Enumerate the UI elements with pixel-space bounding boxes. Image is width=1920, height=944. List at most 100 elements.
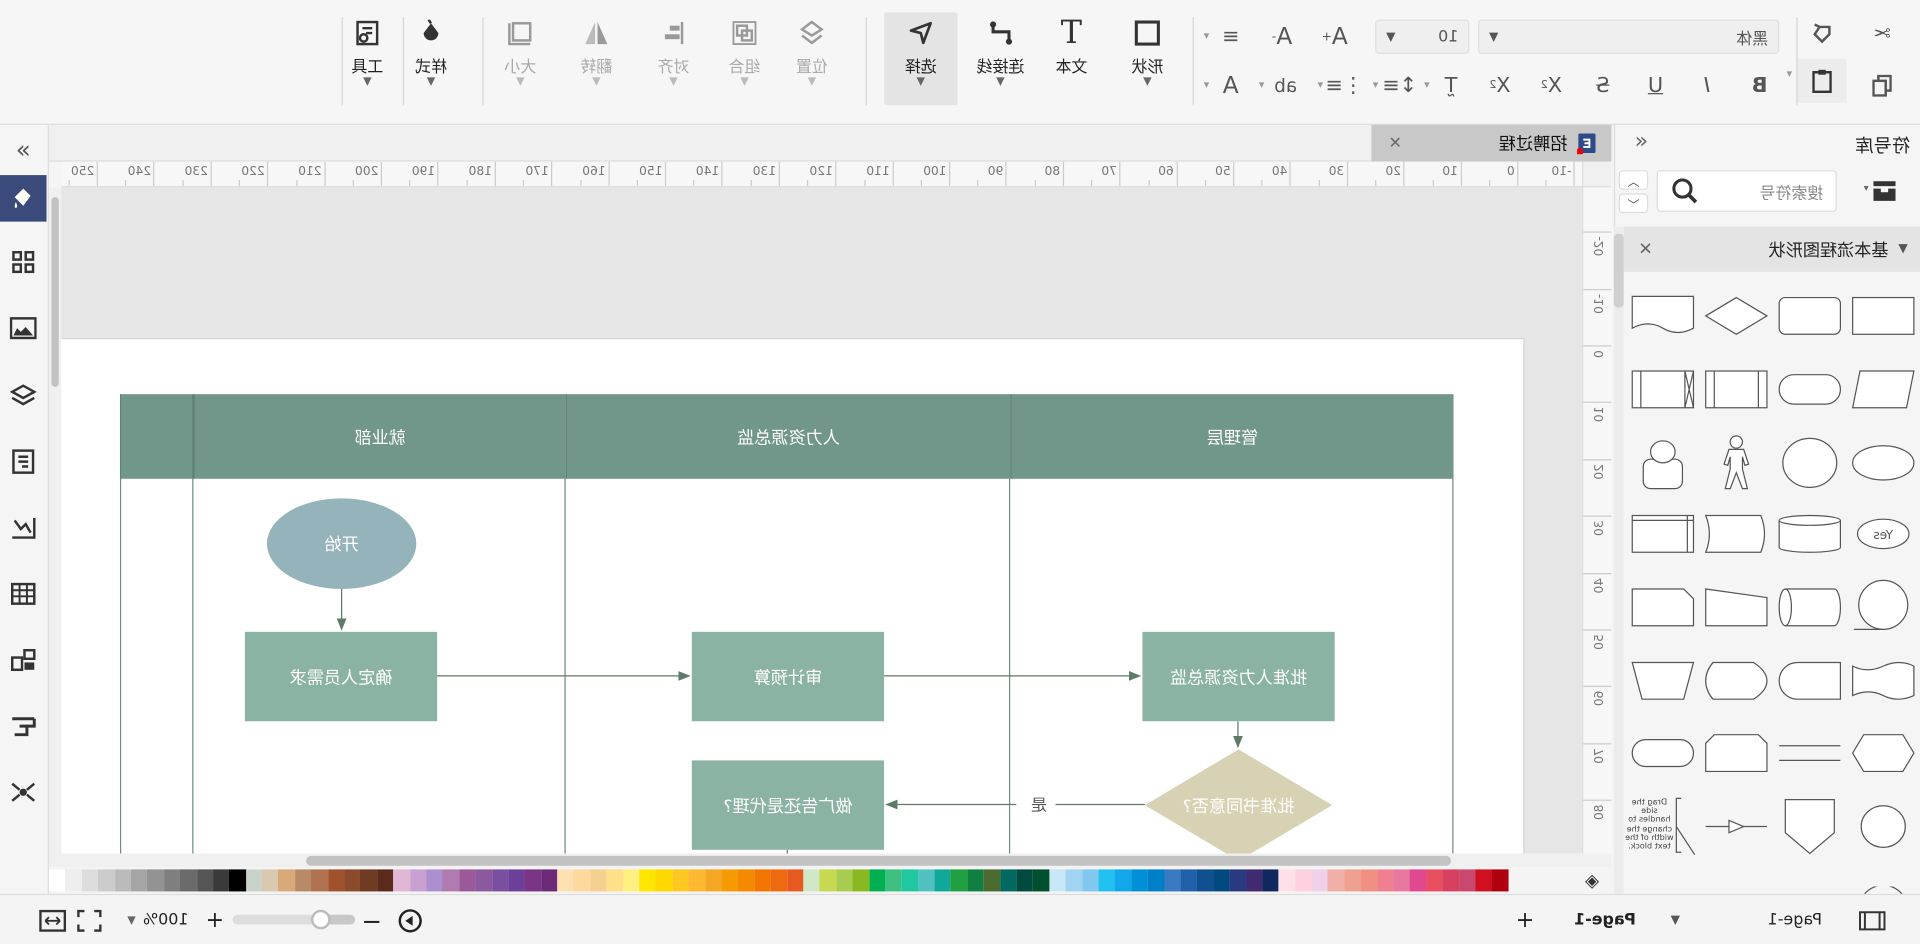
color-swatch[interactable] bbox=[754, 869, 771, 892]
cut-icon[interactable]: ✂ bbox=[1866, 18, 1898, 50]
color-swatch[interactable] bbox=[1180, 869, 1197, 892]
data-chart-icon[interactable] bbox=[2, 507, 44, 549]
color-swatch[interactable] bbox=[770, 869, 787, 892]
layers-icon[interactable] bbox=[2, 375, 44, 417]
zoom-level[interactable]: 100% ▼ bbox=[127, 895, 188, 944]
color-swatch[interactable] bbox=[573, 869, 591, 892]
fullscreen-icon[interactable] bbox=[77, 895, 102, 944]
color-swatch[interactable] bbox=[737, 869, 755, 892]
color-swatch[interactable] bbox=[1262, 869, 1279, 892]
color-swatch[interactable] bbox=[1098, 869, 1115, 892]
bold-icon[interactable]: B bbox=[1744, 70, 1776, 102]
loop-limit-shape[interactable] bbox=[1703, 726, 1769, 780]
color-swatch[interactable] bbox=[917, 869, 935, 892]
zoom-out-button[interactable]: − bbox=[361, 895, 382, 944]
table-icon[interactable] bbox=[2, 573, 44, 615]
color-swatch[interactable] bbox=[1245, 869, 1263, 892]
color-swatch[interactable] bbox=[1311, 869, 1328, 892]
copy-icon[interactable] bbox=[1866, 70, 1898, 102]
superscript-icon[interactable]: X2 bbox=[1536, 70, 1568, 102]
font-family-select[interactable]: 黑体 ▼ bbox=[1477, 19, 1780, 54]
expand-panel-icon[interactable]: » bbox=[2, 129, 44, 171]
arrow-line-shape[interactable] bbox=[1703, 800, 1769, 854]
yes-shape[interactable]: Yes bbox=[1850, 507, 1916, 561]
color-swatch[interactable] bbox=[1475, 869, 1492, 892]
increase-font-icon[interactable]: A + bbox=[1319, 21, 1351, 53]
internal-storage-shape[interactable] bbox=[1630, 507, 1696, 561]
color-swatch[interactable] bbox=[1360, 869, 1378, 892]
font-color-icon[interactable]: A bbox=[1215, 70, 1247, 102]
document-shape[interactable] bbox=[1630, 289, 1696, 343]
zoom-slider[interactable] bbox=[232, 909, 356, 930]
play-icon[interactable] bbox=[398, 895, 422, 944]
italic-icon[interactable]: I bbox=[1691, 70, 1723, 102]
color-swatch[interactable] bbox=[590, 869, 607, 892]
color-swatch[interactable] bbox=[1114, 869, 1132, 892]
circle-shape[interactable] bbox=[1777, 436, 1843, 490]
library-manage-button[interactable]: ▾ bbox=[1854, 178, 1898, 205]
color-swatch[interactable] bbox=[704, 869, 722, 892]
canvas[interactable]: 管理层 人力资源总监 就业部 是 开始 确定人员需求 审计预算 批准人力资源总监… bbox=[61, 187, 1583, 855]
color-swatch[interactable] bbox=[606, 869, 623, 892]
font-size-select[interactable]: 10 ▼ bbox=[1375, 19, 1470, 54]
color-swatch[interactable] bbox=[81, 869, 99, 892]
start-node[interactable]: 开始 bbox=[266, 498, 417, 589]
color-swatch[interactable] bbox=[508, 869, 525, 892]
color-swatch[interactable] bbox=[524, 869, 541, 892]
color-swatch[interactable] bbox=[1344, 869, 1361, 892]
manual-input-shape[interactable] bbox=[1703, 580, 1769, 634]
underline-icon[interactable]: U bbox=[1640, 70, 1672, 102]
color-swatch[interactable] bbox=[1426, 869, 1443, 892]
color-swatch[interactable] bbox=[180, 869, 197, 892]
vertical-scrollbar[interactable] bbox=[48, 187, 62, 855]
color-swatch[interactable] bbox=[852, 869, 869, 892]
scroll-down-button[interactable]: ﹀ bbox=[1618, 193, 1649, 214]
user-shape[interactable] bbox=[1630, 436, 1696, 490]
direct-access-shape[interactable] bbox=[1777, 580, 1843, 634]
color-swatch[interactable] bbox=[721, 869, 738, 892]
color-swatch[interactable] bbox=[376, 869, 394, 892]
actor-shape[interactable] bbox=[1703, 435, 1769, 490]
group-button[interactable]: 组合 ▼ bbox=[710, 12, 779, 105]
position-button[interactable]: 位置 ▼ bbox=[778, 12, 847, 105]
color-swatch[interactable] bbox=[1442, 869, 1460, 892]
decrease-font-icon[interactable]: A- bbox=[1266, 21, 1298, 53]
color-swatch[interactable] bbox=[868, 869, 886, 892]
flip-button[interactable]: 翻转 ▼ bbox=[562, 12, 631, 105]
search-symbol-input[interactable]: 搜索符号 bbox=[1656, 170, 1837, 212]
horizontal-scrollbar[interactable] bbox=[48, 853, 1612, 867]
tools-button[interactable]: 工具 ▼ bbox=[333, 12, 402, 105]
color-swatch[interactable] bbox=[1213, 869, 1230, 892]
text-align-icon[interactable]: ≡ bbox=[1215, 21, 1247, 53]
close-icon[interactable]: ✕ bbox=[1638, 239, 1652, 259]
text-note-shape[interactable]: Drag the side handles to change the widt… bbox=[1624, 797, 1699, 856]
color-swatch[interactable] bbox=[540, 869, 558, 892]
color-swatch[interactable] bbox=[786, 869, 804, 892]
audit-budget-node[interactable]: 审计预算 bbox=[691, 631, 885, 722]
section-header[interactable]: ▼ 基本流程图形状 ✕ bbox=[1623, 226, 1920, 272]
color-swatch[interactable] bbox=[98, 869, 115, 892]
approve-hr-node[interactable]: 批准人力资源总监 bbox=[1142, 631, 1335, 722]
color-swatch[interactable] bbox=[901, 869, 918, 892]
color-swatch[interactable] bbox=[212, 869, 230, 892]
color-swatch[interactable] bbox=[458, 869, 476, 892]
color-swatch[interactable] bbox=[1409, 869, 1427, 892]
color-swatch[interactable] bbox=[278, 869, 295, 892]
select-button[interactable]: 选择 ▼ bbox=[884, 12, 958, 106]
color-swatch[interactable] bbox=[983, 869, 1000, 892]
line-spacing-icon[interactable]: ↕≡ bbox=[1382, 70, 1417, 102]
card-shape[interactable] bbox=[1630, 580, 1696, 634]
color-swatch[interactable] bbox=[836, 869, 853, 892]
color-swatch[interactable] bbox=[1393, 869, 1410, 892]
zoom-in-button[interactable]: + bbox=[206, 895, 224, 944]
paste-button[interactable] bbox=[1797, 58, 1847, 103]
color-swatch[interactable] bbox=[639, 869, 656, 892]
delay-shape[interactable] bbox=[1777, 654, 1843, 708]
color-swatch[interactable] bbox=[48, 869, 66, 892]
ellipse-shape[interactable] bbox=[1850, 436, 1916, 490]
stored-data-shape[interactable] bbox=[1777, 507, 1843, 561]
data-shape[interactable] bbox=[1850, 362, 1916, 416]
color-swatch[interactable] bbox=[130, 869, 148, 892]
color-swatch[interactable] bbox=[1049, 869, 1066, 892]
process-shape[interactable] bbox=[1850, 289, 1916, 343]
